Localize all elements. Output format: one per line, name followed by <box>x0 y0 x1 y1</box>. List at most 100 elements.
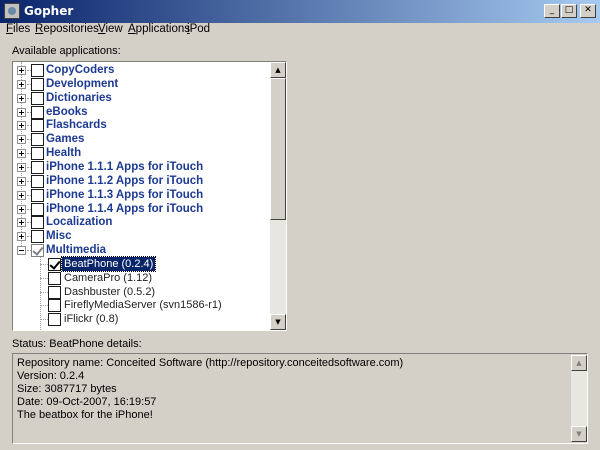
tree-category-localization[interactable]: Localization <box>13 215 270 230</box>
tree-category-flashcards[interactable]: Flashcards <box>13 118 270 133</box>
expand-icon[interactable] <box>17 232 26 242</box>
category-label[interactable]: Games <box>46 132 84 146</box>
app-checkbox[interactable] <box>48 285 61 299</box>
category-label[interactable]: Multimedia <box>46 243 106 257</box>
expand-icon[interactable] <box>17 190 26 200</box>
category-label[interactable]: Development <box>46 77 118 91</box>
maximize-button[interactable]: □ <box>561 4 577 18</box>
category-checkbox[interactable] <box>31 188 44 202</box>
tree-scrollbar[interactable]: ▲ ▼ <box>270 62 286 330</box>
tree-connector <box>40 263 48 265</box>
category-label[interactable]: eBooks <box>46 105 88 119</box>
category-label[interactable]: Health <box>46 146 81 160</box>
category-checkbox[interactable] <box>31 133 44 147</box>
menu-bar: Files Repositories View Applications iPo… <box>0 23 600 41</box>
app-checkbox[interactable] <box>48 257 61 271</box>
tree-app-dashbuster[interactable]: Dashbuster (0.5.2) <box>13 285 270 299</box>
minimize-button[interactable]: _ <box>544 4 560 18</box>
app-label[interactable]: BeatPhone (0.2.4) <box>60 255 157 272</box>
tree-category-iphone-1-1-3-apps-for-itouch[interactable]: iPhone 1.1.3 Apps for iTouch <box>13 188 270 202</box>
expand-icon[interactable] <box>17 107 26 117</box>
app-checkbox[interactable] <box>48 313 61 327</box>
details-panel[interactable]: Repository name: Conceited Software (htt… <box>12 353 588 444</box>
tree-app-beatphone[interactable]: BeatPhone (0.2.4) <box>13 255 270 272</box>
scroll-down-button[interactable]: ▼ <box>270 314 286 330</box>
app-label[interactable]: CameraPro (1.12) <box>62 271 154 285</box>
tree-category-iphone-1-1-1-apps-for-itouch[interactable]: iPhone 1.1.1 Apps for iTouch <box>13 160 270 174</box>
expand-icon[interactable] <box>17 149 26 159</box>
detail-version: Version: 0.2.4 <box>17 370 85 382</box>
category-checkbox[interactable] <box>31 105 44 119</box>
detail-repository: Repository name: Conceited Software (htt… <box>17 357 404 369</box>
tree-category-copycoders[interactable]: CopyCoders <box>13 63 270 77</box>
tree-category-iphone-1-1-4-apps-for-itouch[interactable]: iPhone 1.1.4 Apps for iTouch <box>13 202 270 216</box>
window-title: Gopher <box>24 4 74 18</box>
tree-category-ebooks[interactable]: eBooks <box>13 105 270 119</box>
app-icon[interactable] <box>4 3 20 19</box>
tree-category-misc[interactable]: Misc <box>13 229 270 244</box>
category-checkbox[interactable] <box>31 119 44 133</box>
applications-tree[interactable]: CopyCoders Development Dictionaries eBooks F… <box>12 61 287 331</box>
category-label[interactable]: CopyCoders <box>46 63 114 77</box>
scroll-up-button[interactable]: ▲ <box>270 62 286 78</box>
app-label[interactable]: iFlickr (0.8) <box>62 312 120 326</box>
scroll-thumb[interactable] <box>270 78 286 220</box>
category-checkbox[interactable] <box>31 202 44 216</box>
expand-icon[interactable] <box>17 121 26 131</box>
category-checkbox[interactable] <box>31 77 44 91</box>
tree-category-development[interactable]: Development <box>13 77 270 91</box>
app-label[interactable]: FireflyMediaServer (svn1586-r1) <box>62 298 224 312</box>
category-checkbox[interactable] <box>31 216 44 230</box>
expand-icon[interactable] <box>17 204 26 214</box>
expand-icon[interactable] <box>17 79 26 89</box>
tree-category-dictionaries[interactable]: Dictionaries <box>13 91 270 105</box>
category-label[interactable]: iPhone 1.1.4 Apps for iTouch <box>46 202 203 216</box>
expand-icon[interactable] <box>17 135 26 145</box>
expand-icon[interactable] <box>17 176 26 186</box>
menu-repositories[interactable]: Repositories <box>35 23 99 35</box>
menu-applications[interactable]: Applications <box>128 23 190 35</box>
tree-app-fireflymediaserver[interactable]: FireflyMediaServer (svn1586-r1) <box>13 298 270 313</box>
category-label[interactable]: Misc <box>46 229 72 243</box>
collapse-icon[interactable] <box>17 246 26 256</box>
menu-files[interactable]: Files <box>6 23 30 35</box>
tree-connector <box>40 305 48 307</box>
detail-size: Size: 3087717 bytes <box>17 383 117 395</box>
details-scroll-down-button[interactable]: ▼ <box>571 426 587 442</box>
expand-icon[interactable] <box>17 66 26 75</box>
app-checkbox[interactable] <box>48 271 61 285</box>
category-checkbox[interactable] <box>31 230 44 244</box>
expand-icon[interactable] <box>17 162 26 172</box>
menu-ipod[interactable]: iPod <box>187 23 210 35</box>
expand-icon[interactable] <box>17 93 26 103</box>
category-checkbox[interactable] <box>31 64 44 77</box>
category-label[interactable]: iPhone 1.1.1 Apps for iTouch <box>46 160 203 174</box>
tree-category-iphone-1-1-2-apps-for-itouch[interactable]: iPhone 1.1.2 Apps for iTouch <box>13 174 270 188</box>
category-label[interactable]: Dictionaries <box>46 91 112 105</box>
tree-app-iflickr[interactable]: iFlickr (0.8) <box>13 312 270 327</box>
category-checkbox[interactable] <box>31 91 44 105</box>
close-button[interactable]: ✕ <box>580 4 596 18</box>
tree-category-health[interactable]: Health <box>13 146 270 161</box>
detail-date: Date: 09-Oct-2007, 16:19:57 <box>17 396 157 408</box>
category-checkbox[interactable] <box>31 147 44 161</box>
tree-connector <box>40 291 48 293</box>
category-label[interactable]: iPhone 1.1.3 Apps for iTouch <box>46 188 203 202</box>
category-label[interactable]: Flashcards <box>46 118 107 132</box>
category-checkbox[interactable] <box>31 174 44 188</box>
details-scrollbar[interactable]: ▲ ▼ <box>571 355 587 442</box>
details-scroll-up-button[interactable]: ▲ <box>571 355 587 371</box>
category-label[interactable]: iPhone 1.1.2 Apps for iTouch <box>46 174 203 188</box>
tree-category-multimedia[interactable]: Multimedia <box>13 243 270 258</box>
expand-icon[interactable] <box>17 218 26 228</box>
title-bar[interactable]: Gopher _ □ ✕ <box>0 0 600 23</box>
tree-category-games[interactable]: Games <box>13 132 270 147</box>
app-label[interactable]: Dashbuster (0.5.2) <box>62 285 157 299</box>
menu-view[interactable]: View <box>98 23 123 35</box>
detail-description: The beatbox for the iPhone! <box>17 409 153 421</box>
category-checkbox[interactable] <box>31 244 44 258</box>
tree-app-camerapro[interactable]: CameraPro (1.12) <box>13 271 270 285</box>
category-checkbox[interactable] <box>31 160 44 174</box>
app-checkbox[interactable] <box>48 299 61 313</box>
category-label[interactable]: Localization <box>46 215 112 229</box>
